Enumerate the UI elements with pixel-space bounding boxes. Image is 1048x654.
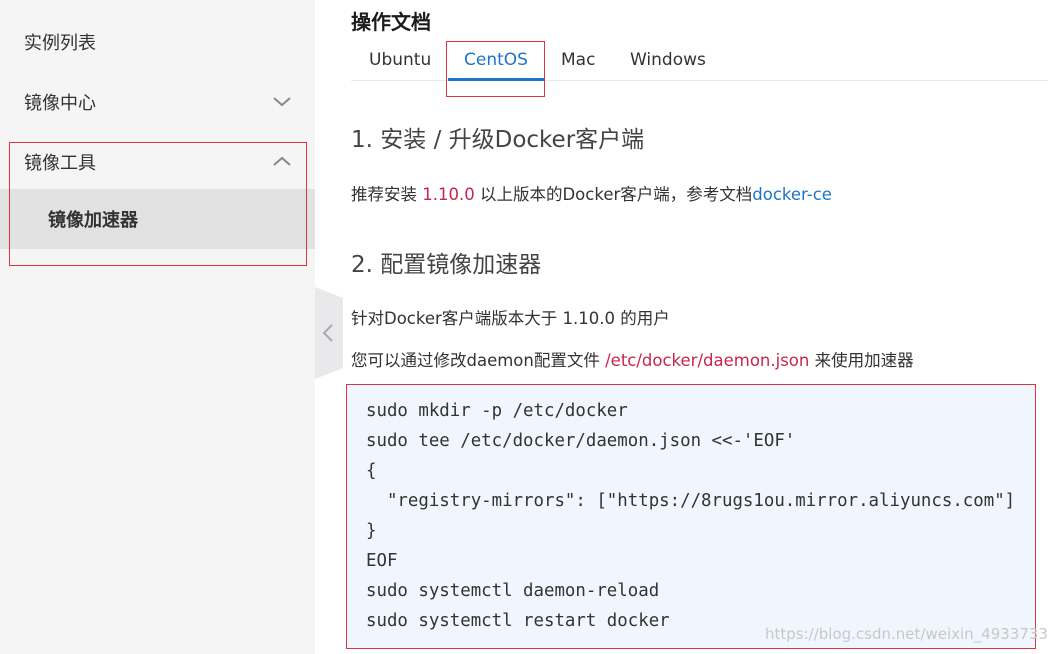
code-line: EOF xyxy=(366,551,398,571)
configure-line-1: 针对Docker客户端版本大于 1.10.0 的用户 xyxy=(351,309,670,328)
tab-windows[interactable]: Windows xyxy=(630,42,706,80)
section-heading-install: 1. 安装 / 升级Docker客户端 xyxy=(351,127,645,153)
code-line: "registry-mirrors": ["https://8rugs1ou.m… xyxy=(366,491,1016,511)
configure-line-2: 您可以通过修改daemon配置文件 /etc/docker/daemon.jso… xyxy=(351,347,914,371)
sidebar-item-label: 镜像中心 xyxy=(24,93,96,114)
chevron-left-icon xyxy=(322,324,333,342)
sidebar-subitem-image-accelerator[interactable]: 镜像加速器 xyxy=(0,189,315,249)
sidebar-item-instance-list[interactable]: 实例列表 xyxy=(0,12,315,72)
tab-centos[interactable]: CentOS xyxy=(448,42,544,81)
code-line: } xyxy=(366,521,377,541)
version-number: 1.10.0 xyxy=(422,185,475,204)
code-block[interactable]: sudo mkdir -p /etc/docker sudo tee /etc/… xyxy=(346,384,1036,649)
section-heading-configure: 2. 配置镜像加速器 xyxy=(351,252,542,278)
page-title: 操作文档 xyxy=(351,10,431,34)
install-recommendation: 推荐安装 1.10.0 以上版本的Docker客户端，参考文档docker-ce xyxy=(351,181,832,205)
install-text-middle: 以上版本的Docker客户端，参考文档 xyxy=(474,185,753,204)
sidebar-collapse-handle[interactable] xyxy=(315,287,343,379)
chevron-up-icon xyxy=(273,156,291,166)
sidebar-item-image-center[interactable]: 镜像中心 xyxy=(0,72,315,132)
chevron-down-icon xyxy=(273,97,291,107)
code-line: sudo systemctl restart docker xyxy=(366,611,670,631)
docker-ce-link[interactable]: docker-ce xyxy=(752,185,832,204)
code-line: sudo systemctl daemon-reload xyxy=(366,581,660,601)
code-line: sudo mkdir -p /etc/docker xyxy=(366,401,628,421)
tab-bar: Ubuntu CentOS Mac Windows xyxy=(351,42,1048,81)
code-line: { xyxy=(366,461,377,481)
code-line: sudo tee /etc/docker/daemon.json <<-'EOF… xyxy=(366,431,796,451)
configure-text-after: 来使用加速器 xyxy=(809,351,914,370)
sidebar: 实例列表 镜像中心 镜像工具 镜像加速器 xyxy=(0,0,315,654)
daemon-json-path: /etc/docker/daemon.json xyxy=(605,351,810,370)
watermark: https://blog.csdn.net/weixin_49337333 xyxy=(765,625,1048,643)
tab-ubuntu[interactable]: Ubuntu xyxy=(369,42,431,80)
configure-text-before: 您可以通过修改daemon配置文件 xyxy=(351,351,606,370)
tab-mac[interactable]: Mac xyxy=(561,42,595,80)
sidebar-subitem-label: 镜像加速器 xyxy=(48,210,138,231)
sidebar-item-label: 实例列表 xyxy=(24,33,96,54)
sidebar-item-image-tools[interactable]: 镜像工具 xyxy=(0,132,315,192)
install-text-before: 推荐安装 xyxy=(351,185,423,204)
sidebar-item-label: 镜像工具 xyxy=(24,153,96,174)
